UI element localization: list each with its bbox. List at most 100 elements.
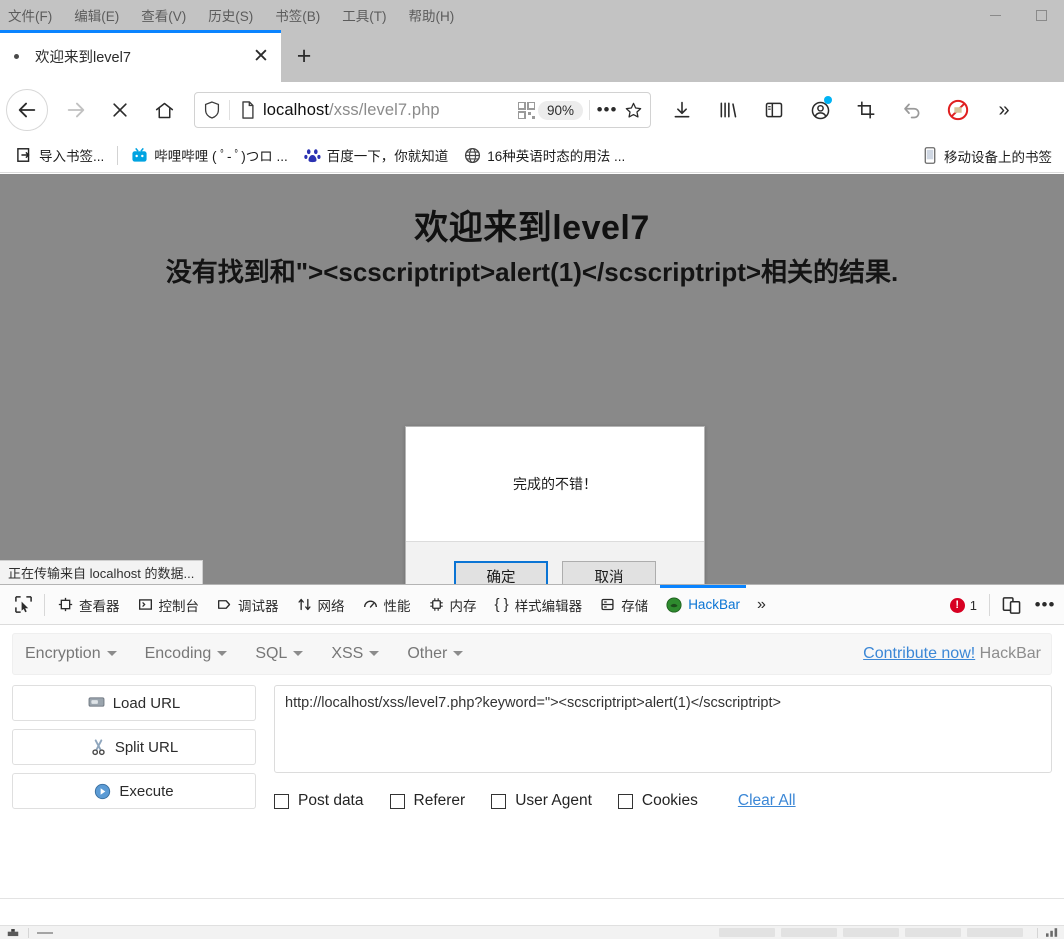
debugger-icon xyxy=(218,600,231,609)
hackbar-menu-encoding[interactable]: Encoding xyxy=(145,645,242,663)
devtools-options-icon: ••• xyxy=(1034,595,1056,614)
screenshot-button[interactable] xyxy=(843,88,889,132)
bookmark-import[interactable]: 导入书签... xyxy=(8,142,112,168)
page-info-icon[interactable] xyxy=(234,101,260,119)
checkbox-cookies[interactable]: Cookies xyxy=(617,792,698,810)
forward-button[interactable] xyxy=(54,88,98,132)
storage-icon xyxy=(601,598,614,611)
menu-item-history[interactable]: 历史(S) xyxy=(208,5,253,25)
dialog-message: 完成的不错！ xyxy=(513,476,597,492)
dialog-ok-button[interactable]: 确定 xyxy=(454,561,548,584)
element-picker-button[interactable] xyxy=(6,585,40,625)
devtools-tab-console[interactable]: 控制台 xyxy=(129,585,209,625)
error-count: 1 xyxy=(969,597,977,613)
hackbar-menu-encryption[interactable]: Encryption xyxy=(25,645,131,663)
hackbar-menu-xss[interactable]: XSS xyxy=(331,645,393,663)
bookmark-star-icon[interactable] xyxy=(620,101,646,120)
menu-item-bookmarks[interactable]: 书签(B) xyxy=(275,5,320,25)
hackbar-menu-other[interactable]: Other xyxy=(407,645,477,663)
maximize-icon xyxy=(1035,9,1047,21)
hackbar-contribute-link[interactable]: Contribute now! xyxy=(863,645,975,662)
taskbar-window-chip[interactable] xyxy=(719,928,775,937)
load-url-button[interactable]: Load URL xyxy=(12,685,256,721)
execute-button[interactable]: Execute xyxy=(12,773,256,809)
new-tab-button[interactable]: + xyxy=(281,30,327,82)
devtools-tab-inspector-label: 查看器 xyxy=(79,598,120,614)
home-button[interactable] xyxy=(142,88,186,132)
sidebar-button[interactable] xyxy=(751,88,797,132)
hackbar-url-input[interactable]: http://localhost/xss/level7.php?keyword=… xyxy=(274,685,1052,773)
menu-item-help[interactable]: 帮助(H) xyxy=(409,5,455,25)
checkbox-cookies-box[interactable] xyxy=(617,793,633,809)
devtools-toolbar-right: ! 1 ••• xyxy=(942,585,1062,625)
bookmark-mobile[interactable]: 移动设备上的书签 xyxy=(913,143,1060,169)
dialog-cancel-button[interactable]: 取消 xyxy=(562,561,656,584)
minimize-button[interactable] xyxy=(972,0,1018,30)
devtools-error-badge[interactable]: ! 1 xyxy=(942,597,985,613)
devtools-toolbar: 查看器 控制台 调试器 网络 性能 内存 {} 样式编辑器 存储 HackBa… xyxy=(0,584,1064,625)
qr-code-icon[interactable] xyxy=(516,100,536,120)
devtools-tab-storage[interactable]: 存储 xyxy=(591,585,657,625)
hackbar-menu-xss-label: XSS xyxy=(331,645,364,662)
checkbox-post-data-box[interactable] xyxy=(274,793,289,809)
stop-button[interactable] xyxy=(98,88,142,132)
checkbox-user-agent-label: User Agent xyxy=(515,792,592,809)
tab-title: 欢迎来到level7 xyxy=(35,49,131,66)
devtools-tab-hackbar[interactable]: HackBar xyxy=(657,584,749,625)
address-bar-text[interactable]: localhost/xss/level7.php xyxy=(260,101,515,120)
checkbox-post-data[interactable]: Post data xyxy=(274,792,364,810)
taskbar-app-icon[interactable] xyxy=(6,928,20,938)
hackbar-menu-sql[interactable]: SQL xyxy=(255,645,317,663)
browser-tab[interactable]: 欢迎来到level7 ✕ xyxy=(0,30,281,82)
tab-close-icon[interactable]: ✕ xyxy=(247,42,275,70)
bookmark-english-tenses[interactable]: 16种英语时态的用法 ... xyxy=(456,142,633,168)
bookmark-baidu[interactable]: 百度一下，你就知道 xyxy=(296,142,457,168)
devtools-tab-inspector[interactable]: 查看器 xyxy=(49,585,129,625)
library-button[interactable] xyxy=(705,88,751,132)
checkbox-user-agent-box[interactable] xyxy=(491,793,507,809)
menu-item-view[interactable]: 查看(V) xyxy=(141,5,186,25)
taskbar-window-chip[interactable] xyxy=(781,928,837,937)
account-button[interactable] xyxy=(797,88,843,132)
devtools-tab-debugger[interactable]: 调试器 xyxy=(208,585,288,625)
bookmark-bilibili[interactable]: 哔哩哔哩 ( ﾟ- ﾟ)つロ ... xyxy=(123,142,296,168)
dialog-body: 完成的不错！ xyxy=(406,427,704,541)
checkbox-referer-box[interactable] xyxy=(389,793,405,809)
devtools-tab-memory[interactable]: 内存 xyxy=(420,585,486,625)
back-button[interactable] xyxy=(6,89,48,131)
taskbar-item-icon[interactable] xyxy=(37,931,53,935)
devtools-tab-network[interactable]: 网络 xyxy=(288,585,354,625)
devtools-tab-performance[interactable]: 性能 xyxy=(354,585,420,625)
devtools-options-button[interactable]: ••• xyxy=(1028,585,1062,625)
responsive-design-mode-button[interactable] xyxy=(994,585,1028,625)
taskbar-window-chip[interactable] xyxy=(905,928,961,937)
noscript-button[interactable] xyxy=(935,88,981,132)
undo-button[interactable] xyxy=(889,88,935,132)
import-bookmarks-icon xyxy=(16,147,33,164)
menu-item-file[interactable]: 文件(F) xyxy=(8,5,52,25)
toolbar-overflow-button[interactable]: » xyxy=(981,88,1027,132)
bookmark-mobile-label: 移动设备上的书签 xyxy=(944,149,1052,165)
downloads-button[interactable] xyxy=(659,88,705,132)
hackbar-contribute: Contribute now! HackBar xyxy=(863,645,1041,663)
checkbox-referer[interactable]: Referer xyxy=(389,792,465,810)
menu-item-edit[interactable]: 编辑(E) xyxy=(74,5,119,25)
page-actions-button[interactable]: ••• xyxy=(594,100,620,120)
taskbar-window-chip[interactable] xyxy=(967,928,1023,937)
checkbox-user-agent[interactable]: User Agent xyxy=(491,792,592,810)
taskbar-tray-icon[interactable] xyxy=(1046,928,1058,937)
taskbar-window-chip[interactable] xyxy=(843,928,899,937)
bookmarks-toolbar: 导入书签... 哔哩哔哩 ( ﾟ- ﾟ)つロ ... 百度一下，你就知道 16种… xyxy=(0,138,1064,173)
error-icon: ! xyxy=(949,597,965,613)
split-url-button[interactable]: Split URL xyxy=(12,729,256,765)
shield-icon[interactable] xyxy=(199,101,225,119)
maximize-button[interactable] xyxy=(1018,0,1064,30)
devtools-tab-style-editor[interactable]: { } 样式编辑器 xyxy=(486,585,592,625)
clear-all-link[interactable]: Clear All xyxy=(738,792,796,810)
hackbar-menu-other-label: Other xyxy=(407,645,448,662)
zoom-level-badge[interactable]: 90% xyxy=(537,100,583,120)
devtools-tabs-overflow-button[interactable]: » xyxy=(749,596,774,614)
menu-item-tools[interactable]: 工具(T) xyxy=(342,5,386,25)
address-bar[interactable]: localhost/xss/level7.php 90% ••• xyxy=(194,92,651,128)
bookmark-english-tenses-label: 16种英语时态的用法 ... xyxy=(487,149,626,164)
